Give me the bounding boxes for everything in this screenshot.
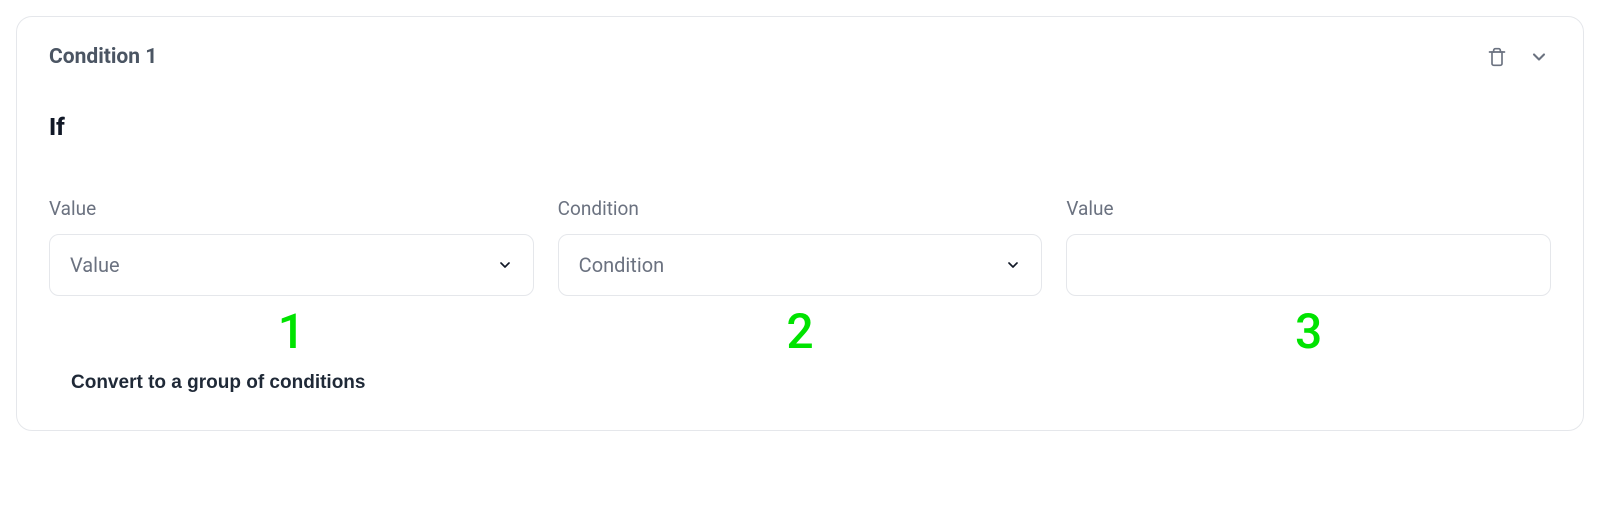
condition-label: Condition (558, 197, 1043, 220)
value1-select[interactable]: Value (49, 234, 534, 296)
annotation-cell-2: 2 (558, 308, 1043, 356)
value1-placeholder: Value (70, 253, 120, 277)
value2-input[interactable] (1087, 235, 1530, 295)
annotation-row: 1 2 3 (49, 308, 1551, 356)
header-actions (1485, 45, 1551, 69)
chevron-down-icon (1529, 47, 1549, 67)
chevron-down-icon (497, 257, 513, 273)
delete-button[interactable] (1485, 45, 1509, 69)
value2-input-wrap (1066, 234, 1551, 296)
card-header: Condition 1 (49, 45, 1551, 69)
chevron-down-icon (1005, 257, 1021, 273)
condition-field: Condition Condition (558, 197, 1043, 296)
condition-placeholder: Condition (579, 253, 664, 277)
value1-label: Value (49, 197, 534, 220)
value2-field: Value (1066, 197, 1551, 296)
annotation-cell-3: 3 (1066, 308, 1551, 356)
condition-select[interactable]: Condition (558, 234, 1043, 296)
annotation-cell-1: 1 (49, 308, 534, 356)
card-title: Condition 1 (49, 45, 157, 69)
annotation-3: 3 (1295, 303, 1322, 360)
convert-to-group-button[interactable]: Convert to a group of conditions (71, 372, 365, 394)
condition-card: Condition 1 If Value Value (16, 16, 1584, 431)
collapse-button[interactable] (1527, 45, 1551, 69)
annotation-2: 2 (786, 303, 813, 360)
annotation-1: 1 (278, 303, 305, 360)
if-heading: If (49, 113, 1551, 141)
trash-icon (1487, 47, 1507, 67)
fields-row: Value Value Condition Condition Value (49, 197, 1551, 296)
value1-field: Value Value (49, 197, 534, 296)
value2-label: Value (1066, 197, 1551, 220)
